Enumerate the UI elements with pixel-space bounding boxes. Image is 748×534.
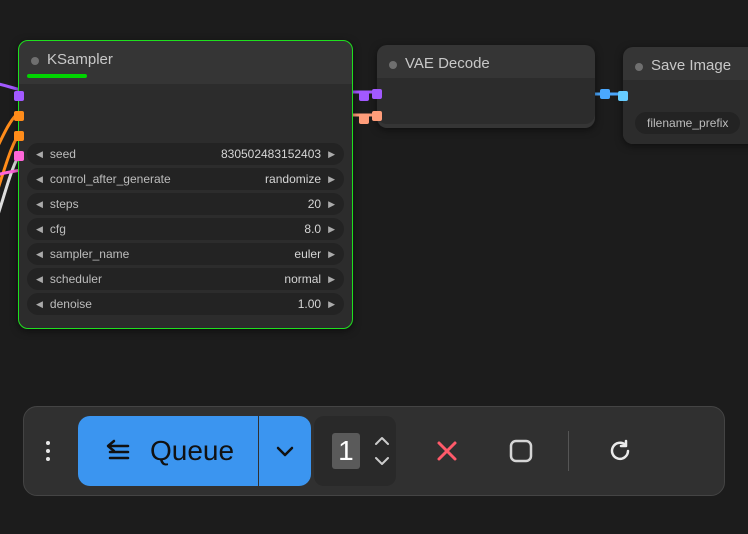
param-seed[interactable]: ◀ seed 830502483152403 ▶ xyxy=(27,143,344,165)
refresh-button[interactable] xyxy=(597,428,643,474)
increment-button[interactable] xyxy=(374,436,390,446)
node-ksampler[interactable]: KSampler ◀ seed 830502483152403 ▶ ◀ cont… xyxy=(18,40,353,329)
progress-bar xyxy=(27,74,87,78)
refresh-icon xyxy=(607,438,633,464)
chevron-left-icon: ◀ xyxy=(31,174,48,185)
chevron-right-icon: ▶ xyxy=(323,199,340,210)
port-samples-in[interactable] xyxy=(372,89,382,99)
chevron-left-icon: ◀ xyxy=(31,199,48,210)
chevron-right-icon: ▶ xyxy=(323,249,340,260)
port-image-out[interactable] xyxy=(600,89,610,99)
node-title: KSampler xyxy=(19,41,352,74)
queue-dropdown[interactable] xyxy=(259,416,311,486)
stop-button[interactable] xyxy=(498,428,544,474)
batch-count-value: 1 xyxy=(332,433,360,469)
chevron-down-icon xyxy=(274,440,296,462)
cancel-button[interactable] xyxy=(424,428,470,474)
decrement-button[interactable] xyxy=(374,456,390,466)
queue-icon xyxy=(104,438,132,464)
port-positive-in[interactable] xyxy=(14,111,24,121)
param-scheduler[interactable]: ◀ scheduler normal ▶ xyxy=(27,268,344,290)
batch-count-input[interactable]: 1 xyxy=(314,416,396,486)
port-latent-out[interactable] xyxy=(359,91,369,101)
chevron-right-icon: ▶ xyxy=(323,299,340,310)
param-steps[interactable]: ◀ steps 20 ▶ xyxy=(27,193,344,215)
queue-button[interactable]: Queue xyxy=(78,416,258,486)
chevron-left-icon: ◀ xyxy=(31,299,48,310)
param-control-after-generate[interactable]: ◀ control_after_generate randomize ▶ xyxy=(27,168,344,190)
chevron-left-icon: ◀ xyxy=(31,249,48,260)
port-vae-in[interactable] xyxy=(372,111,382,121)
node-title: VAE Decode xyxy=(377,45,595,78)
chevron-right-icon: ▶ xyxy=(323,224,340,235)
port-images-in[interactable] xyxy=(618,91,628,101)
node-vae-decode[interactable]: VAE Decode xyxy=(377,45,595,128)
param-filename-prefix[interactable]: filename_prefix xyxy=(635,112,740,134)
port-latent-in[interactable] xyxy=(14,151,24,161)
param-cfg[interactable]: ◀ cfg 8.0 ▶ xyxy=(27,218,344,240)
port-negative-in[interactable] xyxy=(14,131,24,141)
chevron-right-icon: ▶ xyxy=(323,274,340,285)
chevron-right-icon: ▶ xyxy=(323,174,340,185)
queue-label: Queue xyxy=(150,435,234,467)
menu-button[interactable] xyxy=(46,441,50,461)
port-model-in[interactable] xyxy=(14,91,24,101)
chevron-left-icon: ◀ xyxy=(31,149,48,160)
port-aux-out[interactable] xyxy=(359,114,369,124)
param-denoise[interactable]: ◀ denoise 1.00 ▶ xyxy=(27,293,344,315)
close-icon xyxy=(434,438,460,464)
chevron-right-icon: ▶ xyxy=(323,149,340,160)
bottom-toolbar: Queue 1 xyxy=(23,406,725,496)
divider xyxy=(568,431,569,471)
node-title: Save Image xyxy=(623,47,748,80)
param-sampler-name[interactable]: ◀ sampler_name euler ▶ xyxy=(27,243,344,265)
chevron-left-icon: ◀ xyxy=(31,224,48,235)
node-save-image[interactable]: Save Image filename_prefix xyxy=(623,47,748,144)
stop-icon xyxy=(507,437,535,465)
chevron-left-icon: ◀ xyxy=(31,274,48,285)
